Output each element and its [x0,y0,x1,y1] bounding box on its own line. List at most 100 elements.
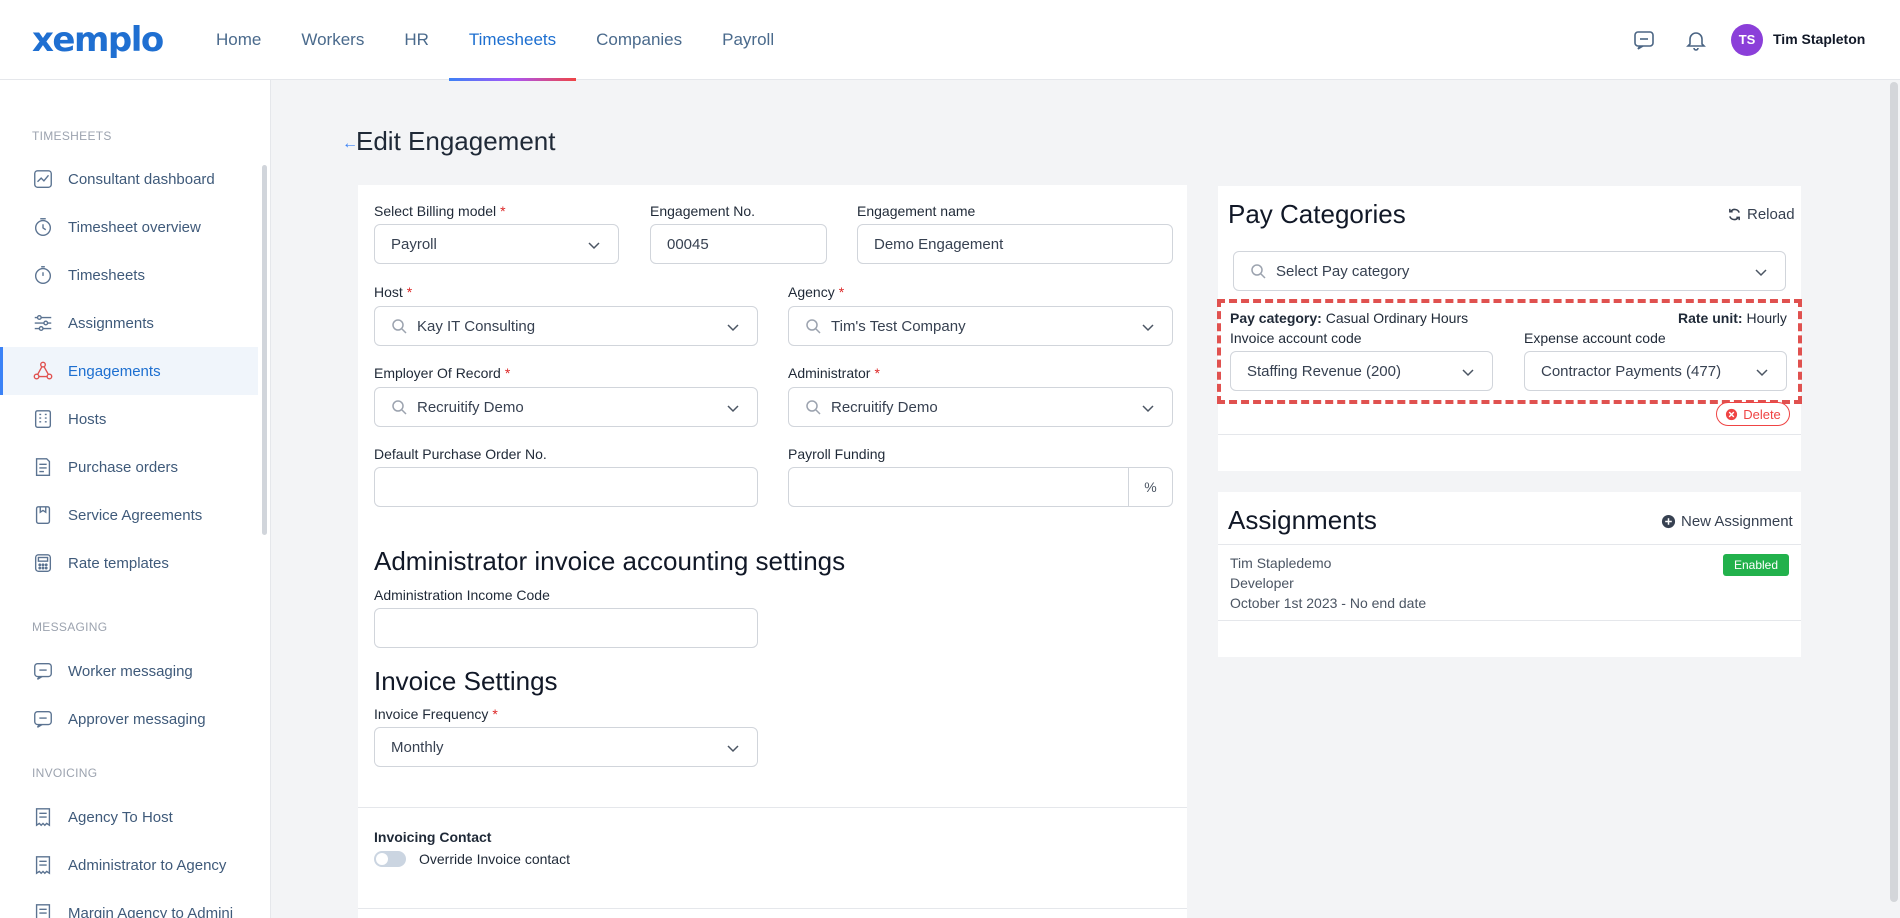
sidebar-item-timesheet-overview[interactable]: Timesheet overview [0,203,258,251]
sidebar-item-agency-to-host[interactable]: Agency To Host [0,793,258,841]
sidebar-item-label: Timesheets [68,266,145,284]
billing-model-select[interactable]: Payroll [374,224,619,264]
page-scrollbar[interactable] [1888,80,1900,918]
assignments-title: Assignments [1228,505,1377,535]
nav-home[interactable]: Home [196,0,281,80]
pay-categories-title: Pay Categories [1228,199,1406,229]
agency-select[interactable]: Tim's Test Company [788,306,1173,346]
chat-icon[interactable] [1632,28,1656,52]
page-scrollbar-thumb[interactable] [1890,82,1898,902]
sidebar-item-worker-messaging[interactable]: Worker messaging [0,647,258,695]
engagement-no-input[interactable]: 00045 [650,224,827,264]
engagement-name-input[interactable]: Demo Engagement [857,224,1173,264]
page-title: Edit Engagement [356,126,556,156]
search-icon [806,400,821,415]
chevron-down-icon [727,745,739,753]
plus-circle-icon [1661,514,1676,529]
search-icon [806,319,821,334]
sidebar-item-engagements[interactable]: Engagements [0,347,258,395]
bell-icon[interactable] [1684,28,1708,52]
divider [358,807,1187,808]
invoice-icon [35,808,51,827]
host-select[interactable]: Kay IT Consulting [374,306,758,346]
invoicing-contact-title: Invoicing Contact [374,829,492,845]
invoice-icon [35,856,51,875]
sidebar-item-purchase-orders[interactable]: Purchase orders [0,443,258,491]
sidebar-item-approver-messaging[interactable]: Approver messaging [0,695,258,743]
sidebar-item-label: Agency To Host [68,808,173,826]
sidebar-item-label: Service Agreements [68,506,203,524]
sidebar-item-label: Administrator to Agency [68,856,227,874]
host-value: Kay IT Consulting [417,317,536,335]
divider [1218,544,1801,545]
chevron-down-icon [1755,269,1767,277]
sidebar-item-assignments[interactable]: Assignments [0,299,258,347]
divider [1218,434,1801,435]
close-circle-icon [1726,408,1738,420]
xemplo-logo[interactable]: xemplo [32,20,164,60]
admin-income-code-input[interactable] [374,608,758,648]
sidebar-item-margin-agency[interactable]: Margin Agency to Admini [0,889,258,918]
user-name[interactable]: Tim Stapleton [1773,31,1865,47]
sidebar-item-label: Purchase orders [68,458,179,476]
divider [1218,620,1801,621]
nav-payroll[interactable]: Payroll [702,0,794,80]
engagement-name-label: Engagement name [857,203,976,219]
administrator-select[interactable]: Recruitify Demo [788,387,1173,427]
refresh-icon [1729,208,1740,221]
invoice-frequency-select[interactable]: Monthly [374,727,758,767]
sidebar-scrollbar[interactable] [262,165,267,535]
sidebar-item-label: Rate templates [68,554,169,572]
nav-workers[interactable]: Workers [281,0,384,80]
document-icon [35,458,51,476]
sidebar: TIMESHEETS Consultant dashboard Timeshee… [0,80,271,918]
sidebar-item-label: Approver messaging [68,710,206,728]
sidebar-item-administrator-to-agency[interactable]: Administrator to Agency [0,841,258,889]
dashboard-icon [34,170,52,188]
payroll-funding-label: Payroll Funding [788,446,886,462]
override-invoice-contact-toggle[interactable] [374,851,406,867]
pay-category-placeholder: Select Pay category [1276,262,1410,280]
sidebar-section-invoicing: INVOICING [32,766,98,780]
default-po-input[interactable] [374,467,758,507]
employer-of-record-select[interactable]: Recruitify Demo [374,387,758,427]
delete-label: Delete [1743,406,1781,422]
assignment-worker-name[interactable]: Tim Stapledemo [1230,555,1331,571]
sidebar-item-label: Engagements [68,362,161,380]
payroll-funding-input[interactable]: % [788,467,1173,507]
chevron-down-icon [1142,324,1154,332]
sidebar-item-hosts[interactable]: Hosts [0,395,258,443]
override-invoice-contact-label: Override Invoice contact [419,851,570,867]
administrator-value: Recruitify Demo [831,398,938,416]
sidebar-item-rate-templates[interactable]: Rate templates [0,539,258,587]
assignment-role: Developer [1230,575,1294,591]
avatar[interactable]: TS [1731,24,1763,56]
chevron-down-icon [727,405,739,413]
divider [358,908,1187,909]
admin-accounting-heading: Administrator invoice accounting setting… [374,546,846,576]
top-header: xemplo Home Workers HR Timesheets Compan… [0,0,1900,81]
administrator-label: Administrator * [788,365,880,381]
sidebar-item-timesheets[interactable]: Timesheets [0,251,258,299]
pay-category-select[interactable]: Select Pay category [1233,251,1786,291]
status-badge: Enabled [1723,554,1789,576]
sidebar-item-service-agreements[interactable]: Service Agreements [0,491,258,539]
delete-pay-category-button[interactable]: Delete [1716,402,1790,426]
message-icon [34,662,52,680]
sidebar-item-label: Hosts [68,410,107,428]
reload-button[interactable]: Reload [1727,206,1795,223]
sliders-icon [34,314,52,332]
nav-hr[interactable]: HR [384,0,449,80]
sidebar-item-label: Assignments [68,314,154,332]
invoice-icon [35,904,51,918]
chevron-down-icon [588,242,600,250]
sidebar-item-consultant-dashboard[interactable]: Consultant dashboard [0,155,258,203]
invoice-settings-heading: Invoice Settings [374,666,558,696]
new-assignment-label: New Assignment [1681,513,1793,530]
new-assignment-button[interactable]: New Assignment [1661,513,1793,530]
billing-model-value: Payroll [391,235,437,253]
nav-companies[interactable]: Companies [576,0,702,80]
sidebar-item-label: Worker messaging [68,662,193,680]
engagement-no-label: Engagement No. [650,203,756,219]
nav-timesheets[interactable]: Timesheets [448,0,577,81]
